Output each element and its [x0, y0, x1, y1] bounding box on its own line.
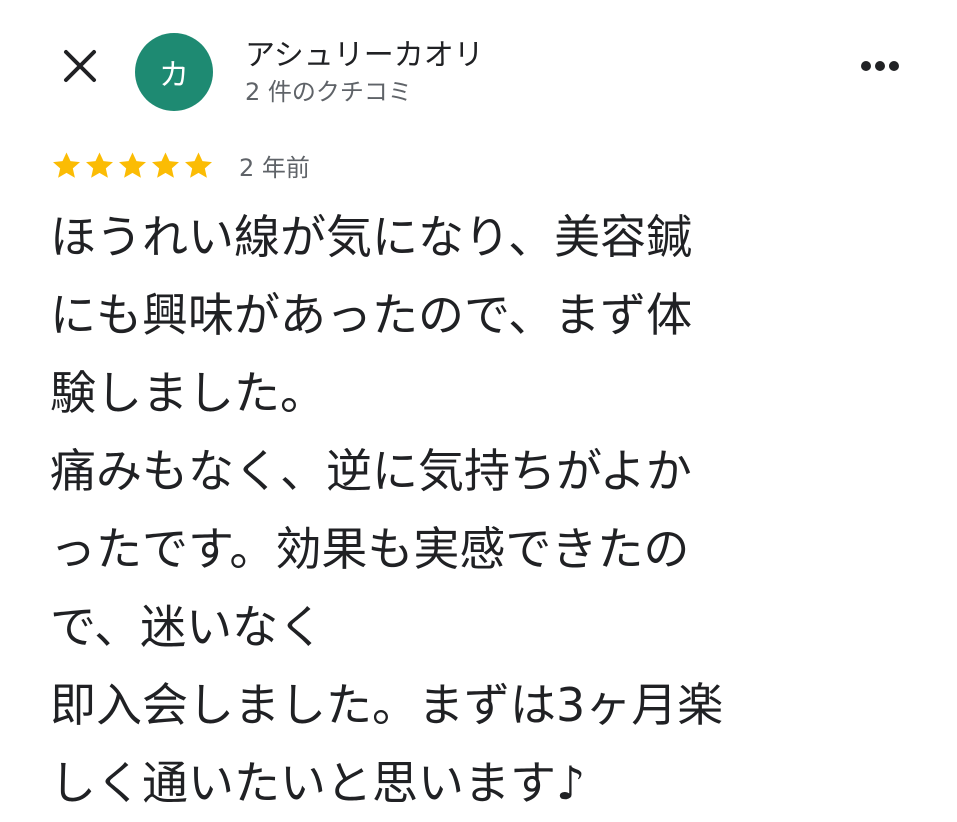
reviewer-name[interactable]: アシュリーカオリ	[245, 30, 484, 74]
review-count: 2 件のクチコミ	[245, 78, 412, 106]
close-icon	[64, 50, 96, 82]
close-button[interactable]	[52, 38, 108, 94]
star-icon	[185, 151, 212, 178]
review-text-line: で、迷いなく	[50, 600, 325, 654]
review-body: ほうれい線が気になり、美容鍼 にも興味があったので、まず体 験しました。 痛みも…	[50, 198, 930, 822]
star-icon	[119, 151, 146, 178]
review-text-line: 即入会しました。まずは3ヶ月楽	[50, 678, 724, 732]
avatar-initial: カ	[159, 58, 189, 93]
review-header: カ アシュリーカオリ 2 件のクチコミ	[0, 0, 957, 130]
star-rating	[50, 149, 215, 182]
avatar[interactable]: カ	[135, 33, 213, 111]
review-text-line: 験しました。	[50, 366, 326, 420]
review-date: 2 年前	[239, 153, 310, 182]
review-text-line: しく通いたいと思います♪	[50, 756, 586, 810]
review-text-line: 痛みもなく、逆に気持ちがよか	[50, 444, 692, 498]
star-icon	[53, 151, 80, 178]
more-horiz-icon	[861, 61, 899, 71]
more-options-button[interactable]	[850, 46, 910, 86]
star-icon	[86, 151, 113, 178]
review-text-line: ったです。効果も実感できたの	[50, 522, 690, 576]
review-text-line: にも興味があったので、まず体	[50, 288, 693, 342]
rating-row: 2 年前	[50, 147, 310, 183]
star-icon	[152, 151, 179, 178]
review-text-line: ほうれい線が気になり、美容鍼	[50, 210, 693, 264]
